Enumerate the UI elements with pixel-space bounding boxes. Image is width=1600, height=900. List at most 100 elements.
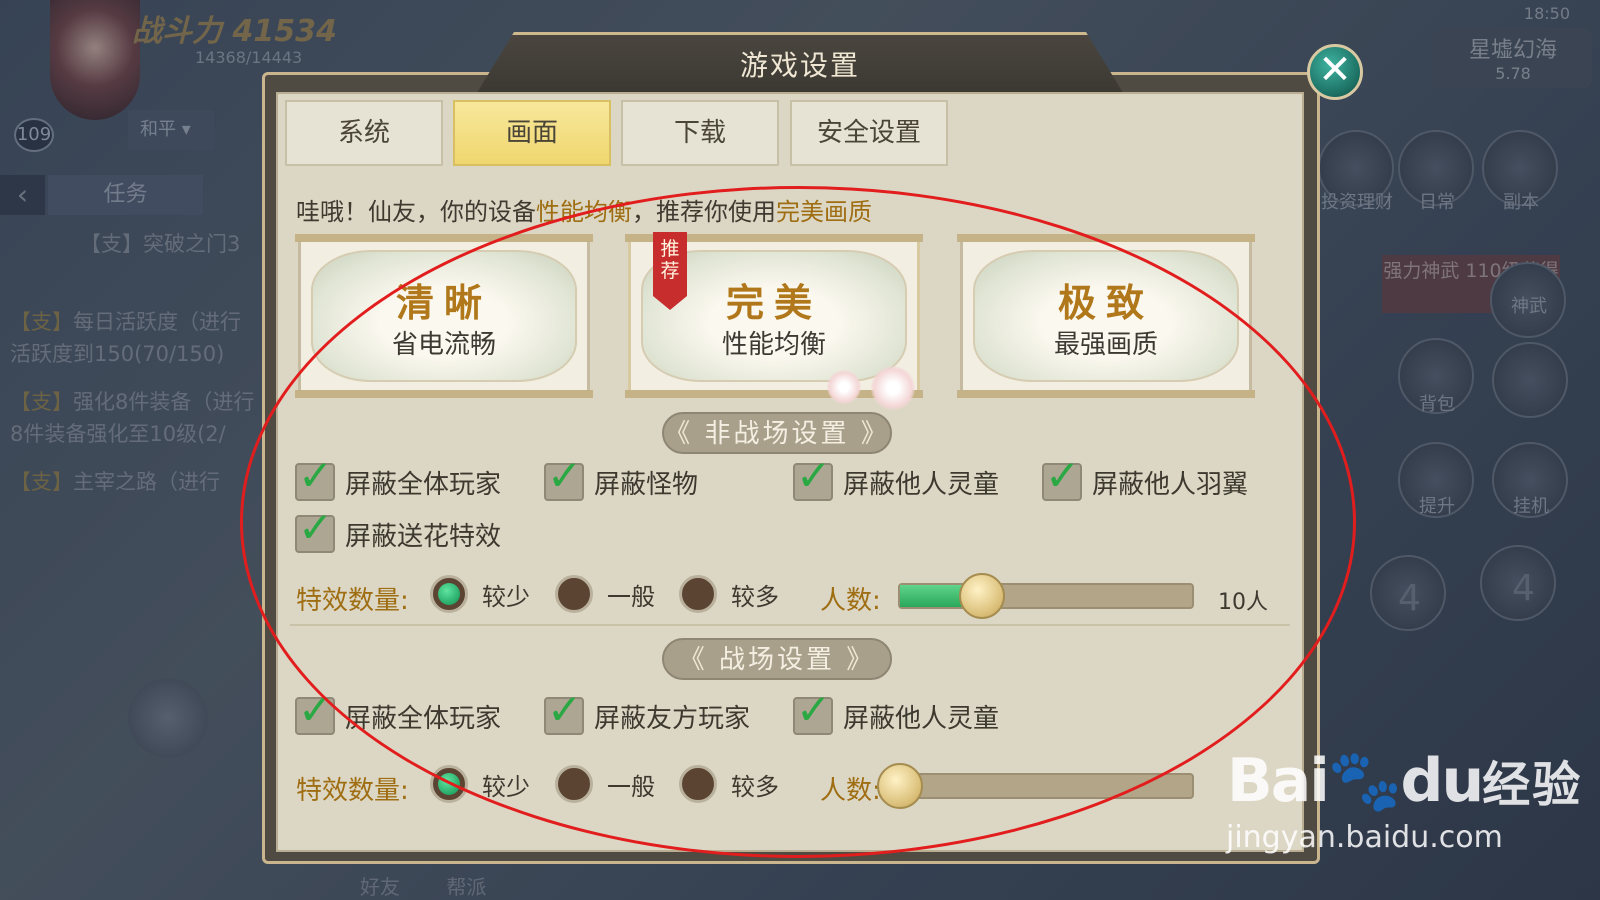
preset-perfect[interactable]: 完美 性能均衡 推荐 xyxy=(625,232,923,410)
checkbox-box: ✓ xyxy=(295,451,335,501)
people-label: 人数: xyxy=(820,586,881,616)
swirl-right-icon: 》 xyxy=(860,419,890,449)
radio-label: 一般 xyxy=(607,582,655,611)
checkbox-box: ✓ xyxy=(793,451,833,501)
checkbox-hide-flower-fx[interactable]: ✓ 屏蔽送花特效 xyxy=(295,503,502,554)
baidu-jingyan-logo: Bai🐾du经验 xyxy=(1227,745,1582,816)
recommendation-hint: 哇哦！仙友，你的设备性能均衡，推荐你使用完美画质 xyxy=(296,192,872,227)
scroll-rod xyxy=(957,390,1255,398)
radio-dot xyxy=(430,765,468,803)
dialog-title: 游戏设置 xyxy=(739,49,860,82)
radio-battle-fx-few[interactable]: 较少 xyxy=(430,764,530,804)
section-divider xyxy=(290,624,1290,626)
checkbox-box: ✓ xyxy=(793,685,833,735)
battle-title: 战场设置 xyxy=(718,645,835,675)
checkbox-label: 屏蔽送花特效 xyxy=(345,521,502,552)
checkmark-icon: ✓ xyxy=(1045,451,1081,500)
battle-header: 《 战场设置 》 xyxy=(662,638,892,680)
tab-security[interactable]: 安全设置 xyxy=(790,100,948,166)
checkbox-label: 屏蔽他人灵童 xyxy=(843,469,1000,500)
battle-people-label: 人数: xyxy=(820,776,881,806)
preset-extreme[interactable]: 极致 最强画质 xyxy=(957,234,1255,398)
swirl-left-icon: 《 xyxy=(678,645,708,675)
radio-fx-few[interactable]: 较少 xyxy=(430,574,530,614)
preset-desc: 省电流畅 xyxy=(391,330,496,360)
slider-handle[interactable] xyxy=(877,763,923,809)
fx-count-label: 特效数量: xyxy=(296,586,409,616)
paw-icon: 🐾 xyxy=(1327,746,1403,816)
preset-desc: 最强画质 xyxy=(1053,330,1158,360)
logo-jingyan: 经验 xyxy=(1482,757,1583,813)
non-battle-title: 非战场设置 xyxy=(704,419,850,449)
tab-download[interactable]: 下载 xyxy=(621,100,779,166)
scroll-rod xyxy=(957,234,1255,242)
checkmark-icon: ✓ xyxy=(298,503,334,552)
radio-label: 较少 xyxy=(482,582,530,611)
checkbox-label: 屏蔽怪物 xyxy=(594,469,699,500)
radio-label: 较多 xyxy=(731,582,779,611)
close-button[interactable]: ✕ xyxy=(1307,44,1363,100)
radio-label: 一般 xyxy=(607,772,655,801)
radio-battle-fx-many[interactable]: 较多 xyxy=(679,764,779,804)
scroll-rod xyxy=(295,390,593,398)
checkbox-hide-spirit-child[interactable]: ✓ 屏蔽他人灵童 xyxy=(793,451,1000,502)
checkbox-hide-wings[interactable]: ✓ 屏蔽他人羽翼 xyxy=(1042,451,1249,502)
swirl-right-icon: 》 xyxy=(846,645,876,675)
radio-label: 较少 xyxy=(482,772,530,801)
checkbox-label: 屏蔽友方玩家 xyxy=(594,703,751,734)
checkbox-battle-hide-spirit-child[interactable]: ✓ 屏蔽他人灵童 xyxy=(793,685,1000,736)
checkbox-battle-hide-allies[interactable]: ✓ 屏蔽友方玩家 xyxy=(544,685,751,736)
checkbox-label: 屏蔽全体玩家 xyxy=(345,703,502,734)
non-battle-header: 《 非战场设置 》 xyxy=(662,412,892,454)
radio-dot xyxy=(679,575,717,613)
checkbox-box: ✓ xyxy=(544,451,584,501)
checkbox-hide-monsters[interactable]: ✓ 屏蔽怪物 xyxy=(544,451,699,502)
battle-fx-count-label: 特效数量: xyxy=(296,776,409,806)
checkbox-label: 屏蔽全体玩家 xyxy=(345,469,502,500)
checkbox-label: 屏蔽他人羽翼 xyxy=(1092,469,1249,500)
radio-dot xyxy=(679,765,717,803)
checkbox-box: ✓ xyxy=(295,685,335,735)
checkmark-icon: ✓ xyxy=(796,451,832,500)
checkbox-box: ✓ xyxy=(1042,451,1082,501)
preset-desc: 性能均衡 xyxy=(721,330,826,360)
scroll-rod xyxy=(295,234,593,242)
watermark-url: jingyan.baidu.com xyxy=(1226,820,1503,855)
swirl-left-icon: 《 xyxy=(664,419,694,449)
checkbox-label: 屏蔽他人灵童 xyxy=(843,703,1000,734)
blossom-icon xyxy=(827,370,861,404)
checkbox-hide-all-players[interactable]: ✓ 屏蔽全体玩家 xyxy=(295,451,502,502)
checkbox-battle-hide-all-players[interactable]: ✓ 屏蔽全体玩家 xyxy=(295,685,502,736)
people-value: 10人 xyxy=(1218,590,1268,615)
people-slider[interactable] xyxy=(898,573,1194,619)
checkmark-icon: ✓ xyxy=(298,685,334,734)
preset-name: 清晰 xyxy=(395,280,492,325)
checkbox-box: ✓ xyxy=(544,685,584,735)
hint-prefix: 哇哦！仙友，你的设备 xyxy=(296,198,536,226)
recommended-badge: 推荐 xyxy=(653,232,687,310)
checkmark-icon: ✓ xyxy=(298,451,334,500)
battle-people-slider[interactable] xyxy=(877,763,1194,809)
slider-handle[interactable] xyxy=(958,573,1005,619)
close-icon: ✕ xyxy=(1318,47,1352,93)
tab-graphics[interactable]: 画面 xyxy=(453,100,611,166)
radio-fx-many[interactable]: 较多 xyxy=(679,574,779,614)
checkmark-icon: ✓ xyxy=(796,685,832,734)
tab-system[interactable]: 系统 xyxy=(285,100,443,166)
checkbox-box: ✓ xyxy=(295,503,335,553)
radio-dot xyxy=(555,765,593,803)
hint-quality: 完美画质 xyxy=(776,198,872,226)
hint-performance: 性能均衡 xyxy=(536,198,632,226)
radio-label: 较多 xyxy=(731,772,779,801)
blossom-icon xyxy=(871,366,915,410)
radio-battle-fx-normal[interactable]: 一般 xyxy=(555,764,655,804)
preset-name: 极致 xyxy=(1057,280,1154,325)
radio-dot xyxy=(555,575,593,613)
radio-dot xyxy=(430,575,468,613)
checkmark-icon: ✓ xyxy=(547,685,583,734)
checkmark-icon: ✓ xyxy=(547,451,583,500)
radio-fx-normal[interactable]: 一般 xyxy=(555,574,655,614)
logo-du: du xyxy=(1400,746,1485,816)
preset-clear[interactable]: 清晰 省电流畅 xyxy=(295,234,593,398)
hint-middle: ，推荐你使用 xyxy=(632,198,776,226)
